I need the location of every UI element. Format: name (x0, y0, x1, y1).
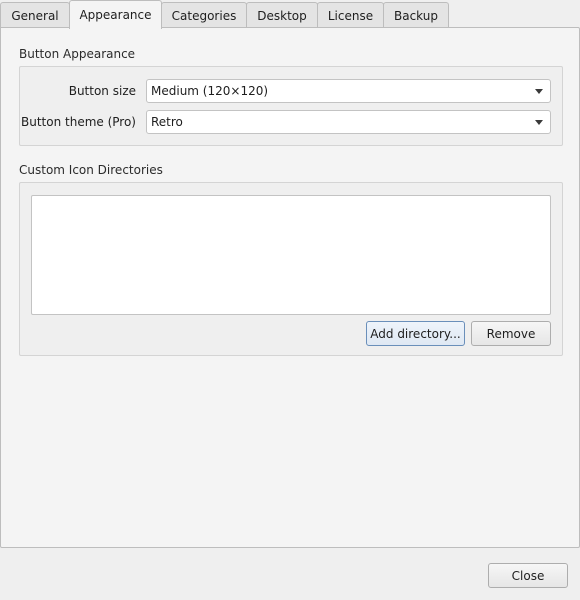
remove-label: Remove (486, 326, 536, 341)
custom-icon-dirs-group: Add directory... Remove (19, 182, 563, 356)
button-size-combo[interactable]: Medium (120×120) (146, 79, 551, 103)
button-theme-label: Button theme (Pro) (21, 115, 136, 129)
tab-license[interactable]: License (317, 2, 384, 28)
tab-general-label: General (11, 8, 59, 23)
chevron-down-icon (535, 120, 543, 125)
tab-general[interactable]: General (0, 2, 70, 28)
add-directory-button[interactable]: Add directory... (366, 321, 465, 346)
button-theme-value: Retro (151, 115, 183, 129)
appearance-panel: Button Appearance Button size Medium (12… (0, 27, 580, 548)
close-label: Close (511, 568, 545, 583)
tab-appearance[interactable]: Appearance (69, 0, 162, 29)
tab-appearance-label: Appearance (79, 8, 152, 22)
tab-desktop-label: Desktop (257, 8, 307, 23)
tab-categories[interactable]: Categories (161, 2, 247, 28)
tab-desktop[interactable]: Desktop (246, 2, 318, 28)
tab-backup[interactable]: Backup (383, 2, 449, 28)
chevron-down-icon (535, 89, 543, 94)
button-size-label: Button size (68, 84, 136, 98)
button-size-value: Medium (120×120) (151, 84, 269, 98)
button-theme-combo[interactable]: Retro (146, 110, 551, 134)
tab-backup-label: Backup (394, 8, 438, 23)
add-directory-label: Add directory... (370, 326, 461, 341)
button-appearance-title: Button Appearance (19, 47, 136, 61)
custom-icon-dirs-title: Custom Icon Directories (19, 163, 163, 177)
tab-license-label: License (327, 8, 374, 23)
icon-directory-list[interactable] (31, 195, 551, 315)
close-button[interactable]: Close (488, 563, 568, 588)
button-appearance-group: Button size Medium (120×120) Button them… (19, 66, 563, 146)
tab-categories-label: Categories (171, 8, 237, 23)
remove-button[interactable]: Remove (471, 321, 551, 346)
tab-bar: General Appearance Categories Desktop Li… (0, 0, 580, 29)
